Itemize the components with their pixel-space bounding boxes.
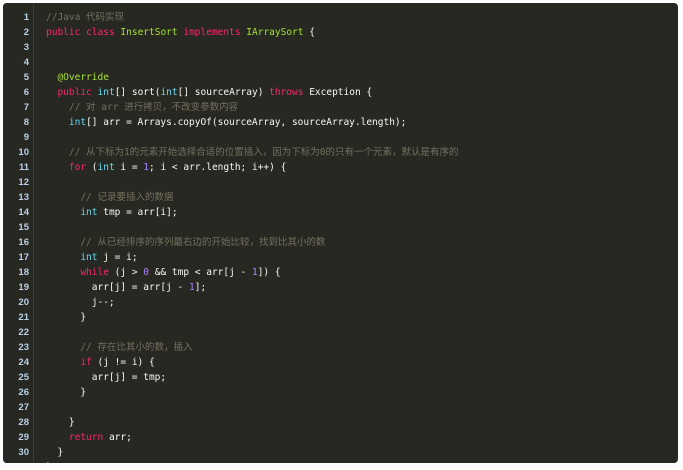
code-token: [] arr = Arrays.copyOf(sourceArray, sour…: [86, 117, 407, 128]
code-token: // 从已经排序的序列最右边的开始比较，找到比其小的数: [80, 237, 326, 248]
code-token: }: [68, 417, 75, 428]
code-token: j = i;: [97, 252, 138, 263]
code-token: public: [46, 27, 81, 38]
code-token: && tmp < arr[j -: [149, 267, 252, 278]
code-token: class: [86, 27, 115, 38]
code-token: // 存在比其小的数，插入: [80, 342, 193, 353]
code-token: i =: [114, 162, 144, 173]
code-token: int: [97, 87, 115, 98]
code-token: (j != i) {: [91, 357, 155, 368]
code-token: implements: [183, 27, 241, 38]
code-line: // 对 arr 进行拷贝，不改变参数内容: [46, 100, 238, 115]
code-area[interactable]: //Java 代码实现 public class InsertSort imple…: [3, 3, 678, 463]
code-line: for (int i = 1; i < arr.length; i++) {: [46, 160, 286, 175]
code-line: }: [46, 460, 52, 463]
code-token: {: [303, 27, 315, 38]
code-token: throws: [269, 87, 304, 98]
code-token: for: [68, 162, 87, 173]
code-line: if (j != i) {: [46, 355, 155, 370]
code-token: (: [86, 162, 98, 173]
code-token: int: [80, 207, 98, 218]
code-token: j--;: [91, 297, 115, 308]
code-line: arr[j] = tmp;: [46, 370, 166, 385]
code-token: tmp = arr[i];: [97, 207, 178, 218]
code-token: int: [160, 87, 178, 98]
code-line: public int[] sort(int[] sourceArray) thr…: [46, 85, 372, 100]
code-line: // 从下标为1的元素开始选择合适的位置插入，因为下标为0的只有一个元素，默认是…: [46, 145, 459, 160]
code-line: while (j > 0 && tmp < arr[j - 1]) {: [46, 265, 281, 280]
code-token: [] sort(: [114, 87, 161, 98]
code-token: @Override: [57, 72, 109, 83]
code-token: int: [80, 252, 98, 263]
code-line: // 从已经排序的序列最右边的开始比较，找到比其小的数: [46, 235, 326, 250]
code-token: // 记录要插入的数据: [80, 192, 174, 203]
code-line: // 存在比其小的数，插入: [46, 340, 193, 355]
code-token: (j >: [108, 267, 144, 278]
code-token: //Java 代码实现: [46, 12, 125, 23]
code-editor[interactable]: 1 2 3 4 5 6 7 8 9 10 11 12 13 14 15 16 17 18 19 20 21 22 23 24 2…: [3, 3, 678, 463]
code-line: // 记录要插入的数据: [46, 190, 174, 205]
code-token: // 从下标为1的元素开始选择合适的位置插入，因为下标为0的只有一个元素，默认是…: [68, 147, 459, 158]
code-token: int: [68, 117, 87, 128]
code-line: }: [46, 385, 86, 400]
code-line: int[] arr = Arrays.copyOf(sourceArray, s…: [46, 115, 406, 130]
code-token: [] sourceArray): [177, 87, 270, 98]
code-token: while: [80, 267, 109, 278]
code-line: //Java 代码实现: [46, 10, 124, 25]
code-token: ];: [194, 282, 207, 293]
code-token: arr[j] = arr[j -: [91, 282, 189, 293]
code-token: }: [57, 447, 64, 458]
code-line: return arr;: [46, 430, 132, 445]
code-token: InsertSort: [120, 27, 178, 38]
code-token: public: [57, 87, 92, 98]
code-token: Exception {: [303, 87, 373, 98]
code-token: IArraySort: [246, 27, 304, 38]
code-line: j--;: [46, 295, 115, 310]
code-token: }: [46, 462, 52, 463]
code-token: ]) {: [257, 267, 281, 278]
code-token: arr[j] = tmp;: [91, 372, 167, 383]
code-line: arr[j] = arr[j - 1];: [46, 280, 206, 295]
code-token: // 对 arr 进行拷贝，不改变参数内容: [68, 102, 239, 113]
code-line: @Override: [46, 70, 109, 85]
code-token: }: [80, 312, 87, 323]
code-line: int j = i;: [46, 250, 138, 265]
code-line: }: [46, 310, 86, 325]
code-token: if: [80, 357, 92, 368]
code-line: }: [46, 445, 63, 460]
code-token: }: [80, 387, 87, 398]
code-line: }: [46, 415, 75, 430]
code-token: arr;: [103, 432, 132, 443]
code-line: int tmp = arr[i];: [46, 205, 178, 220]
code-token: ; i < arr.length; i++) {: [149, 162, 287, 173]
code-token: return: [68, 432, 104, 443]
code-token: int: [97, 162, 115, 173]
code-line: public class InsertSort implements IArra…: [46, 25, 315, 40]
